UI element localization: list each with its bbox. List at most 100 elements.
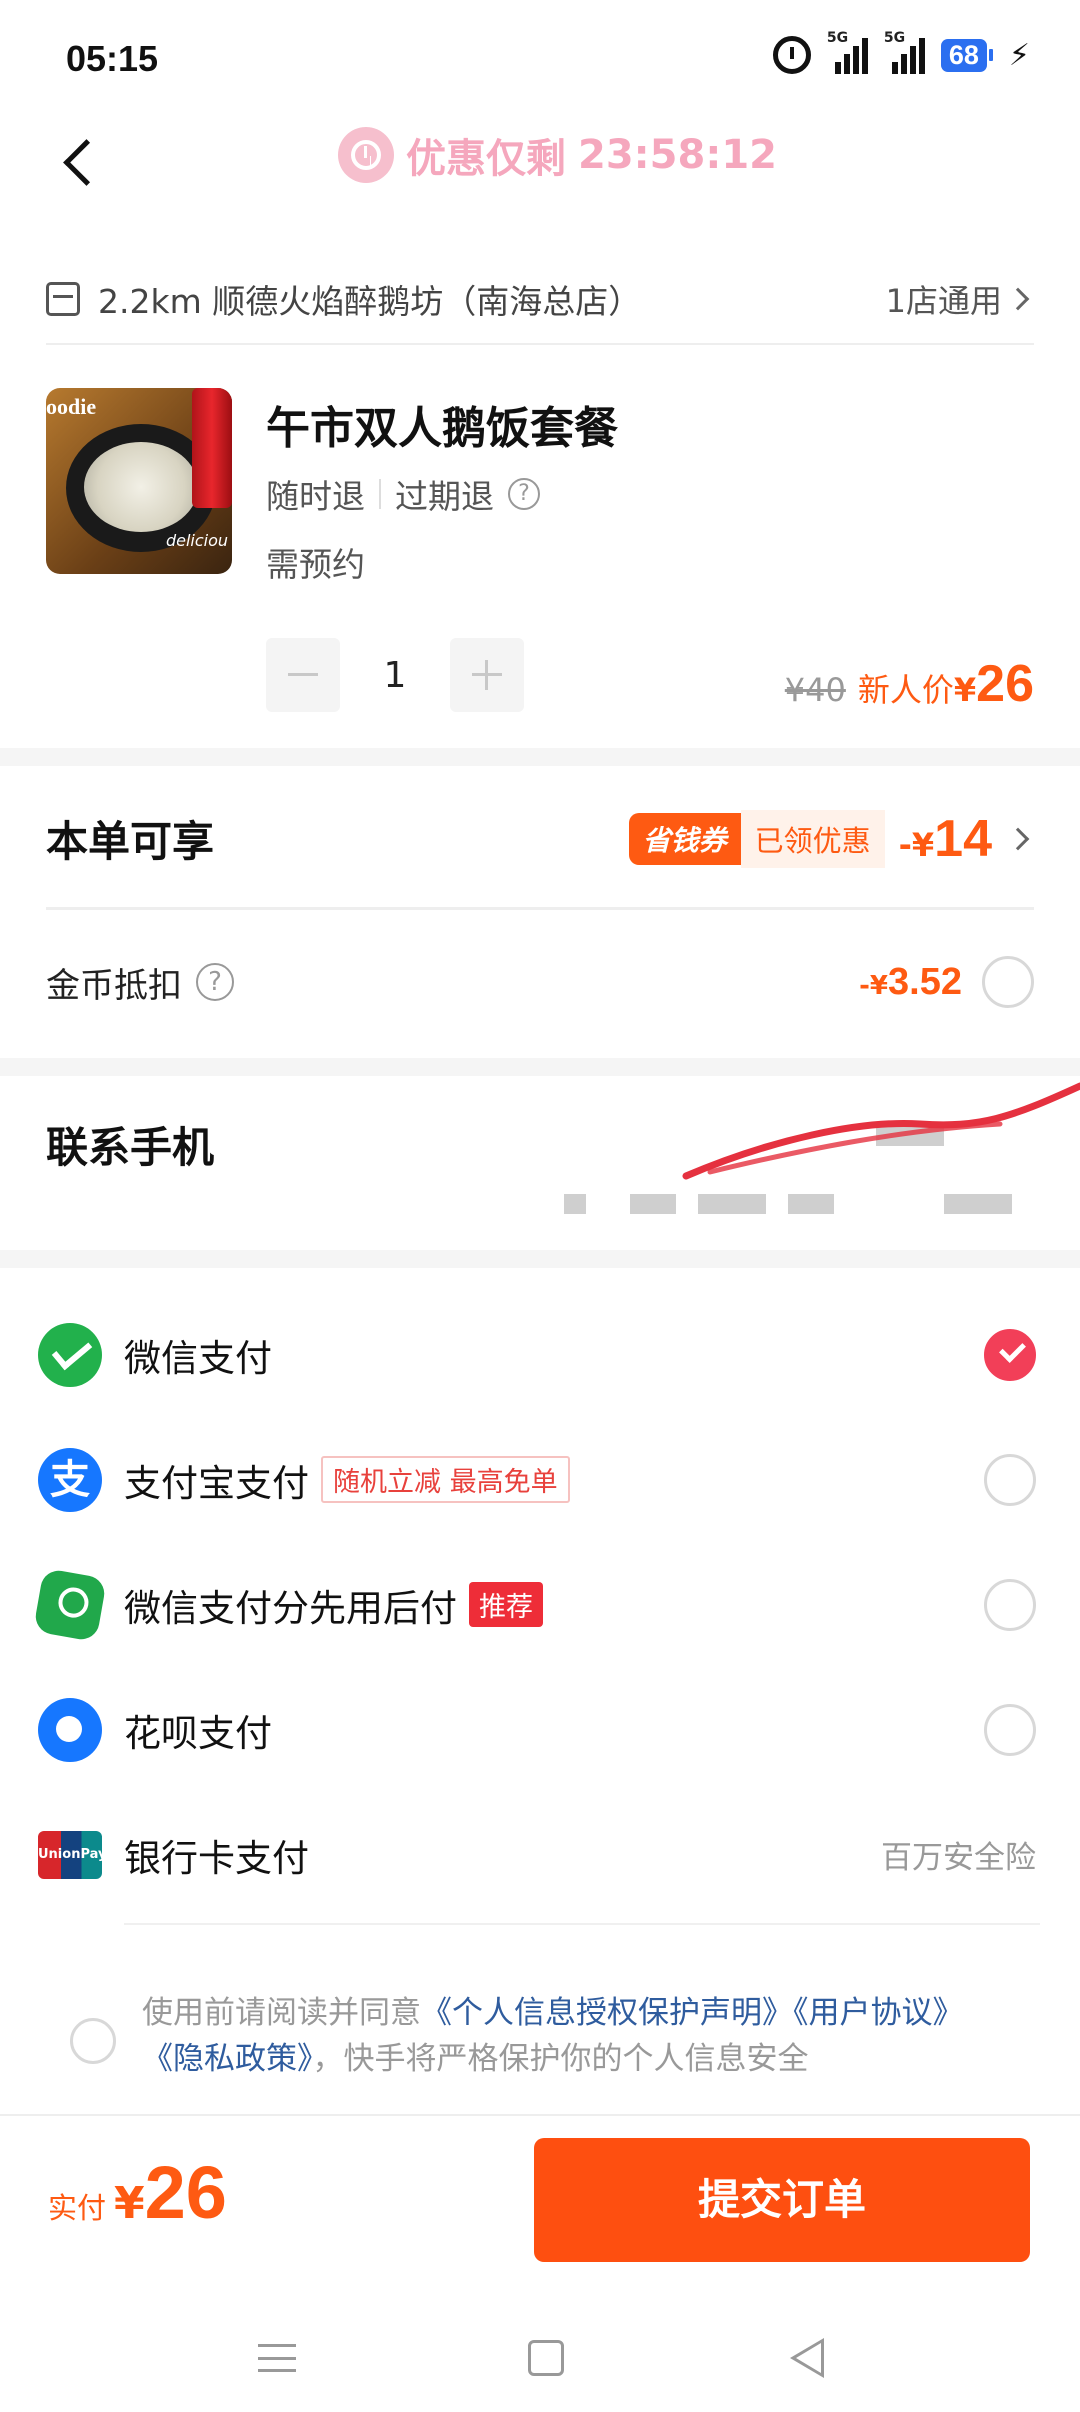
payment-radio[interactable]	[984, 1703, 1036, 1756]
network-type-label: 5G	[883, 30, 906, 46]
quantity-value: 1	[383, 654, 407, 696]
contact-title: 联系手机	[46, 1123, 215, 1172]
redacted-phone	[564, 1194, 586, 1214]
redaction-scribble	[682, 1082, 1080, 1180]
coins-value: 3.52	[888, 960, 962, 1003]
home-icon[interactable]	[528, 2340, 564, 2376]
currency-symbol: ¥	[953, 671, 977, 709]
menu-icon[interactable]	[258, 2344, 296, 2372]
store-name: 2.2km 顺德火焰醉鹅坊（南海总店）	[98, 282, 642, 321]
total-price: 实付 ¥ 26	[48, 2150, 227, 2235]
minus-value: 14	[934, 809, 992, 868]
minus-prefix: -¥	[859, 970, 889, 1001]
agreement-checkbox[interactable]	[70, 2018, 116, 2064]
alipay-icon: 支	[38, 1447, 102, 1512]
increase-button[interactable]	[450, 638, 524, 712]
countdown-time: 23:58:12	[578, 132, 777, 178]
payment-wechat[interactable]: 微信支付	[0, 1292, 1080, 1417]
charging-icon: ⚡	[1008, 37, 1030, 73]
section-divider	[0, 1250, 1080, 1268]
payment-wechat-payscore[interactable]: 微信支付分先用后付 推荐	[0, 1542, 1080, 1667]
battery-icon: 68	[940, 38, 993, 72]
payment-label: 微信支付	[124, 1336, 272, 1380]
status-time: 05:15	[66, 38, 159, 79]
coins-amount: -¥ 3.52	[859, 961, 962, 1004]
alarm-icon	[772, 36, 811, 74]
product-tags: 随时退 过期退 ?	[266, 470, 540, 518]
wechat-pay-icon	[38, 1322, 102, 1387]
coins-row[interactable]: 金币抵扣 ? -¥ 3.52	[46, 912, 1034, 1052]
quantity-stepper: 1	[266, 638, 524, 712]
system-nav-bar	[0, 2300, 1080, 2412]
image-text: deliciou	[165, 531, 228, 550]
help-icon[interactable]: ?	[196, 963, 234, 1001]
payment-alipay[interactable]: 支 支付宝支付 随机立减 最高免单	[0, 1417, 1080, 1542]
pay-label: 实付	[48, 2191, 107, 2225]
product-card: oodie deliciou 午市双人鹅饭套餐 随时退 过期退 ? 需预约 1 …	[46, 388, 1034, 728]
discount-countdown: 优惠仅剩 23:58:12	[338, 126, 777, 184]
signal-icon: 5G	[827, 30, 868, 74]
payment-label: 微信支付分先用后付	[124, 1586, 457, 1630]
submit-order-button[interactable]: 提交订单	[534, 2138, 1030, 2262]
payment-radio[interactable]	[984, 1578, 1036, 1631]
payment-bankcard[interactable]: UnionPay 银联 银行卡支付 百万安全险	[0, 1792, 1080, 1925]
discount-row[interactable]: 本单可享 省钱券 已领优惠 -¥ 14	[46, 770, 1034, 910]
back-triangle-icon[interactable]	[790, 2338, 824, 2378]
payment-label: 花呗支付	[124, 1711, 272, 1755]
total-amount: 26	[144, 2151, 227, 2234]
countdown-label: 优惠仅剩	[406, 136, 566, 182]
store-row[interactable]: 2.2km 顺德火焰醉鹅坊（南海总店） 1店通用	[46, 255, 1034, 345]
status-icons: 5G 5G 68 ⚡	[772, 30, 1030, 74]
decrease-button[interactable]	[266, 638, 340, 712]
coins-radio[interactable]	[982, 956, 1034, 1008]
promo-tag: 随机立减 最高免单	[321, 1456, 570, 1503]
recommend-badge: 推荐	[469, 1582, 543, 1627]
checkout-bar: 实付 ¥ 26 提交订单	[0, 2114, 1080, 2264]
privacy-policy-link[interactable]: 《隐私政策》	[142, 2041, 313, 2077]
reservation-note: 需预约	[266, 545, 365, 584]
store-icon	[46, 282, 80, 316]
tag-refund-expired: 过期退	[395, 477, 494, 516]
payment-label: 支付宝支付	[124, 1461, 309, 1505]
price-row: ¥40 新人价 ¥ 26	[785, 654, 1034, 714]
new-price: 26	[976, 655, 1034, 713]
user-agreement-link[interactable]: 《用户协议》	[793, 1995, 964, 2031]
payment-radio[interactable]	[984, 1453, 1036, 1506]
section-divider	[0, 748, 1080, 766]
discount-title: 本单可享	[46, 817, 215, 866]
network-type-label: 5G	[826, 30, 849, 46]
coupon-status: 已领优惠	[740, 809, 885, 868]
image-text: oodie	[46, 394, 97, 419]
signal-icon: 5G	[884, 30, 925, 74]
tag-refund-anytime: 随时退	[266, 477, 365, 516]
new-price-label: 新人价	[857, 671, 954, 709]
back-button[interactable]	[58, 138, 102, 190]
product-image: oodie deliciou	[46, 388, 232, 574]
coins-label: 金币抵扣	[46, 965, 182, 1006]
payment-radio-selected[interactable]	[984, 1328, 1036, 1381]
currency-symbol: ¥	[114, 2178, 145, 2229]
insurance-note: 百万安全险	[881, 1840, 1036, 1876]
original-price: ¥40	[784, 671, 846, 709]
coupon-badge: 省钱券	[628, 812, 741, 865]
battery-level: 68	[940, 38, 987, 72]
agreement-prefix: 使用前请阅读并同意	[142, 1995, 421, 2031]
section-divider	[0, 1058, 1080, 1076]
clock-icon	[338, 127, 394, 183]
store-scope: 1店通用	[885, 282, 1002, 320]
help-icon[interactable]: ?	[508, 478, 540, 510]
chevron-right-icon	[1006, 287, 1030, 311]
chevron-right-icon	[1006, 827, 1030, 850]
huabei-icon	[38, 1697, 102, 1762]
discount-amount: -¥ 14	[899, 809, 992, 869]
unionpay-icon: UnionPay 银联	[38, 1830, 106, 1910]
agreement-text: 使用前请阅读并同意《个人信息授权保护声明》《用户协议》《隐私政策》，快手将严格保…	[142, 1990, 1062, 2082]
agreement-suffix: ，快手将严格保护你的个人信息安全	[312, 2041, 809, 2077]
minus-prefix: -¥	[898, 825, 935, 864]
payment-label: 银行卡支付	[124, 1836, 309, 1880]
payment-huabei[interactable]: 花呗支付	[0, 1667, 1080, 1792]
product-title: 午市双人鹅饭套餐	[266, 403, 618, 454]
redacted-phone	[630, 1194, 676, 1214]
status-bar: 05:15 5G 5G 68 ⚡	[0, 0, 1080, 120]
privacy-auth-link[interactable]: 《个人信息授权保护声明》	[421, 1995, 793, 2031]
